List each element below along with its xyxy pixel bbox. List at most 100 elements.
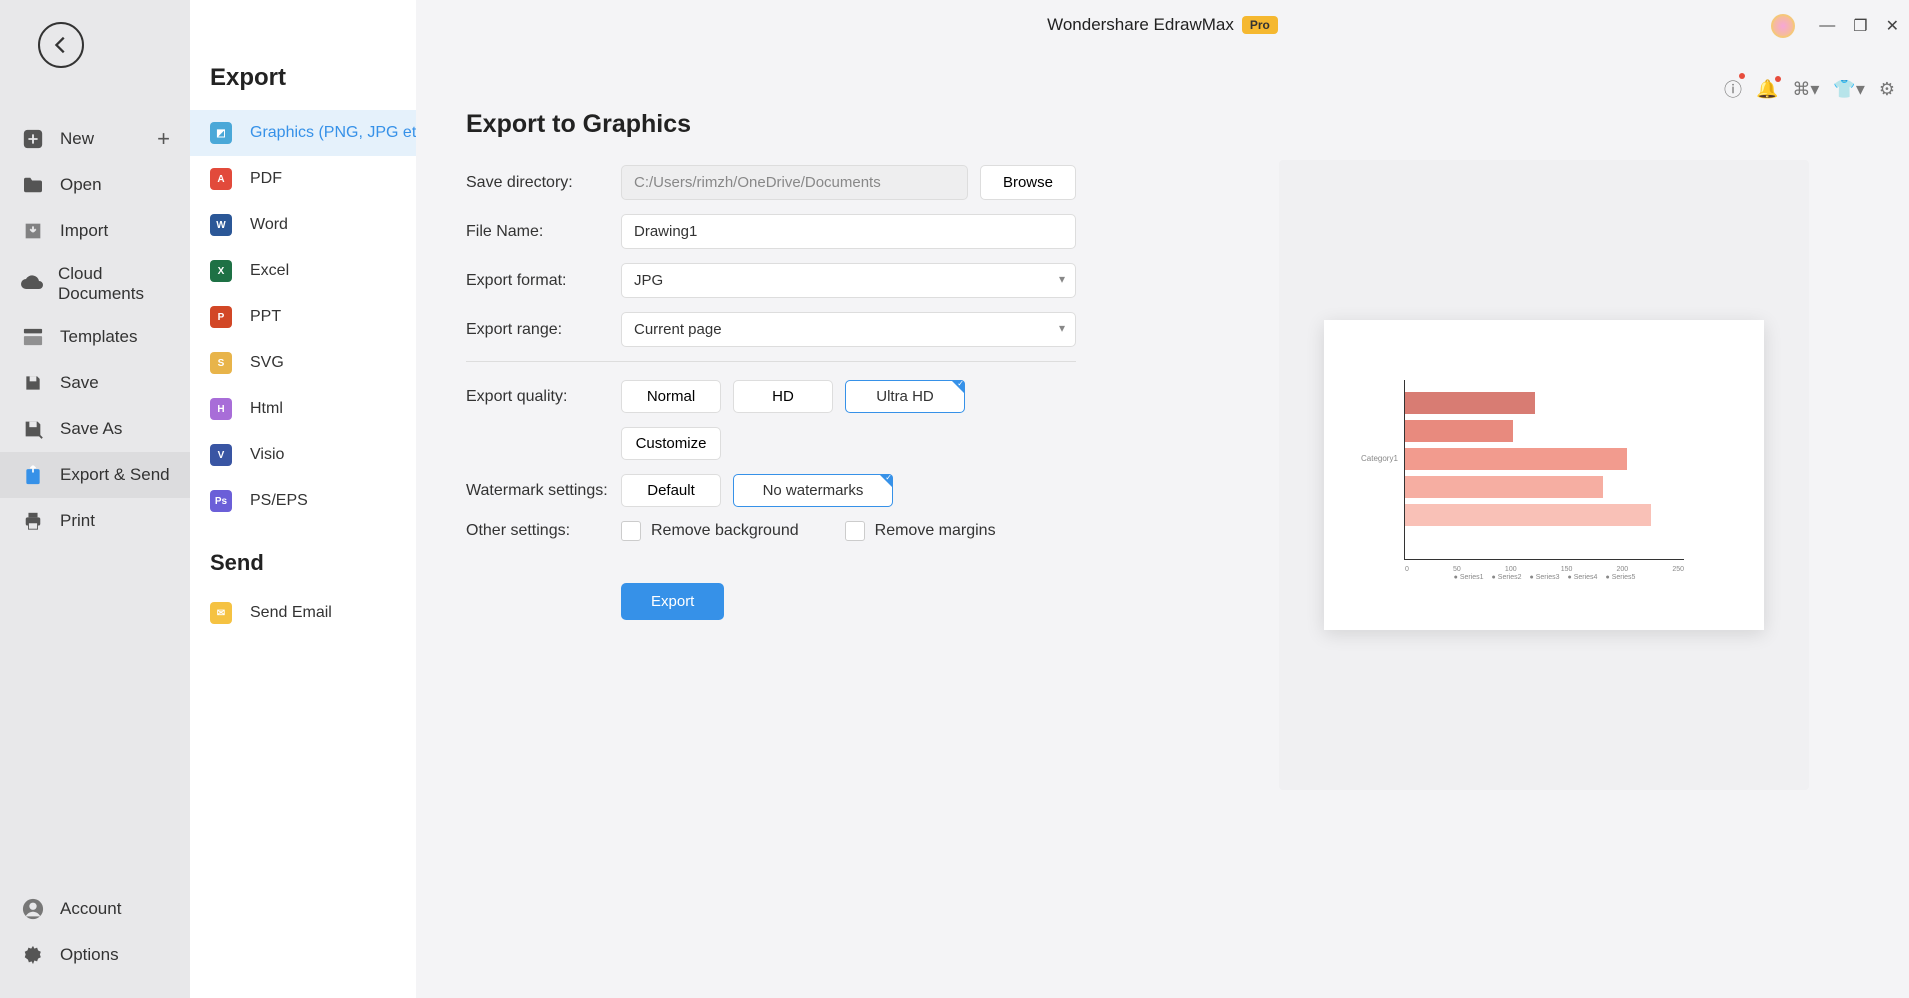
export-item-label: Graphics (PNG, JPG et... — [250, 124, 416, 142]
quality-normal[interactable]: Normal — [621, 380, 721, 413]
remove-margins-checkbox[interactable]: Remove margins — [845, 521, 996, 541]
export-item-pseps[interactable]: Ps PS/EPS — [190, 478, 416, 524]
bell-icon[interactable]: 🔔 — [1756, 79, 1778, 100]
export-item-label: Send Email — [250, 604, 332, 622]
export-item-html[interactable]: H Html — [190, 386, 416, 432]
shirt-icon[interactable]: 👕▾ — [1833, 79, 1864, 100]
app-title: Wondershare EdrawMax — [1047, 15, 1234, 35]
nav-label: Options — [60, 945, 119, 965]
label-quality: Export quality: — [466, 388, 621, 406]
header-toolbar: ⓘ 🔔 ⌘▾ 👕▾ ⚙ — [1724, 76, 1895, 102]
page-title: Export to Graphics — [466, 110, 1076, 139]
close-button[interactable]: ✕ — [1886, 16, 1899, 36]
print-icon — [20, 508, 46, 534]
chart-bar — [1405, 420, 1513, 442]
export-item-excel[interactable]: X Excel — [190, 248, 416, 294]
nav-print[interactable]: Print — [0, 498, 190, 544]
quality-uhd-label: Ultra HD — [876, 388, 934, 405]
export-item-label: Word — [250, 216, 288, 234]
send-heading: Send — [190, 524, 416, 590]
watermark-none[interactable]: No watermarks — [733, 474, 893, 507]
export-item-visio[interactable]: V Visio — [190, 432, 416, 478]
quality-ultra-hd[interactable]: Ultra HD — [845, 380, 965, 413]
nav-label: Print — [60, 511, 95, 531]
export-item-send-email[interactable]: ✉ Send Email — [190, 590, 416, 636]
minimize-button[interactable]: — — [1819, 17, 1835, 35]
chart-ticks: 050100150200250 — [1405, 566, 1684, 573]
export-item-word[interactable]: W Word — [190, 202, 416, 248]
chart-bar — [1405, 504, 1651, 526]
checkbox-icon — [845, 521, 865, 541]
nav-account[interactable]: Account — [0, 886, 190, 932]
export-item-ppt[interactable]: P PPT — [190, 294, 416, 340]
html-icon: H — [210, 398, 232, 420]
ps-icon: Ps — [210, 490, 232, 512]
preview-panel: Category1 050100150200250 Series1Series2… — [1279, 160, 1809, 790]
nav-label: Import — [60, 221, 108, 241]
import-icon — [20, 218, 46, 244]
cloud-icon — [20, 271, 44, 297]
nav-label: Save As — [60, 419, 122, 439]
back-button[interactable] — [38, 22, 84, 68]
quality-hd[interactable]: HD — [733, 380, 833, 413]
maximize-button[interactable]: ❐ — [1853, 16, 1867, 36]
plus-icon[interactable]: + — [157, 126, 170, 152]
quality-customize[interactable]: Customize — [621, 427, 721, 460]
divider — [466, 361, 1076, 362]
file-name-input[interactable] — [621, 214, 1076, 249]
watermark-default[interactable]: Default — [621, 474, 721, 507]
export-item-label: PS/EPS — [250, 492, 308, 510]
remove-bg-checkbox[interactable]: Remove background — [621, 521, 799, 541]
check-corner-icon — [879, 474, 893, 488]
export-item-pdf[interactable]: A PDF — [190, 156, 416, 202]
folder-icon — [20, 172, 46, 198]
chart-bar — [1405, 392, 1535, 414]
checkbox-icon — [621, 521, 641, 541]
nav-label: Account — [60, 899, 121, 919]
label-range: Export range: — [466, 321, 621, 339]
nav-cloud[interactable]: Cloud Documents — [0, 254, 190, 314]
save-dir-input[interactable]: C:/Users/rimzh/OneDrive/Documents — [621, 165, 968, 200]
format-select[interactable]: JPG — [621, 263, 1076, 298]
watermark-none-label: No watermarks — [763, 482, 864, 499]
nav-save-as[interactable]: Save As — [0, 406, 190, 452]
save-icon — [20, 370, 46, 396]
export-item-label: Visio — [250, 446, 284, 464]
nav-open[interactable]: Open — [0, 162, 190, 208]
browse-button[interactable]: Browse — [980, 165, 1076, 200]
export-item-svg[interactable]: S SVG — [190, 340, 416, 386]
chart-ylabel: Category1 — [1361, 454, 1398, 463]
export-button[interactable]: Export — [621, 583, 724, 620]
user-icon — [20, 896, 46, 922]
nav-options[interactable]: Options — [0, 932, 190, 978]
nav-save[interactable]: Save — [0, 360, 190, 406]
export-form: Export to Graphics Save directory: C:/Us… — [416, 0, 1076, 620]
nav-import[interactable]: Import — [0, 208, 190, 254]
export-item-label: Excel — [250, 262, 289, 280]
window-controls: — ❐ ✕ — [1771, 14, 1899, 38]
shortcut-icon[interactable]: ⌘▾ — [1792, 79, 1819, 100]
nav-export-send[interactable]: Export & Send — [0, 452, 190, 498]
export-sidebar: Export ◩ Graphics (PNG, JPG et... A PDF … — [190, 0, 416, 998]
visio-icon: V — [210, 444, 232, 466]
excel-icon: X — [210, 260, 232, 282]
pro-badge: Pro — [1242, 16, 1278, 34]
nav-templates[interactable]: Templates — [0, 314, 190, 360]
templates-icon — [20, 324, 46, 350]
svg-icon: S — [210, 352, 232, 374]
avatar[interactable] — [1771, 14, 1795, 38]
help-icon[interactable]: ⓘ — [1724, 76, 1742, 102]
preview-page: Category1 050100150200250 Series1Series2… — [1324, 320, 1764, 630]
nav-label: Save — [60, 373, 99, 393]
nav-new[interactable]: New + — [0, 116, 190, 162]
export-item-graphics[interactable]: ◩ Graphics (PNG, JPG et... — [190, 110, 416, 156]
pdf-icon: A — [210, 168, 232, 190]
ppt-icon: P — [210, 306, 232, 328]
export-heading: Export — [190, 64, 416, 110]
word-icon: W — [210, 214, 232, 236]
label-format: Export format: — [466, 272, 621, 290]
range-select[interactable]: Current page — [621, 312, 1076, 347]
label-save-dir: Save directory: — [466, 174, 621, 192]
settings-icon[interactable]: ⚙ — [1879, 79, 1895, 100]
titlebar: Wondershare EdrawMax Pro — [416, 0, 1909, 50]
